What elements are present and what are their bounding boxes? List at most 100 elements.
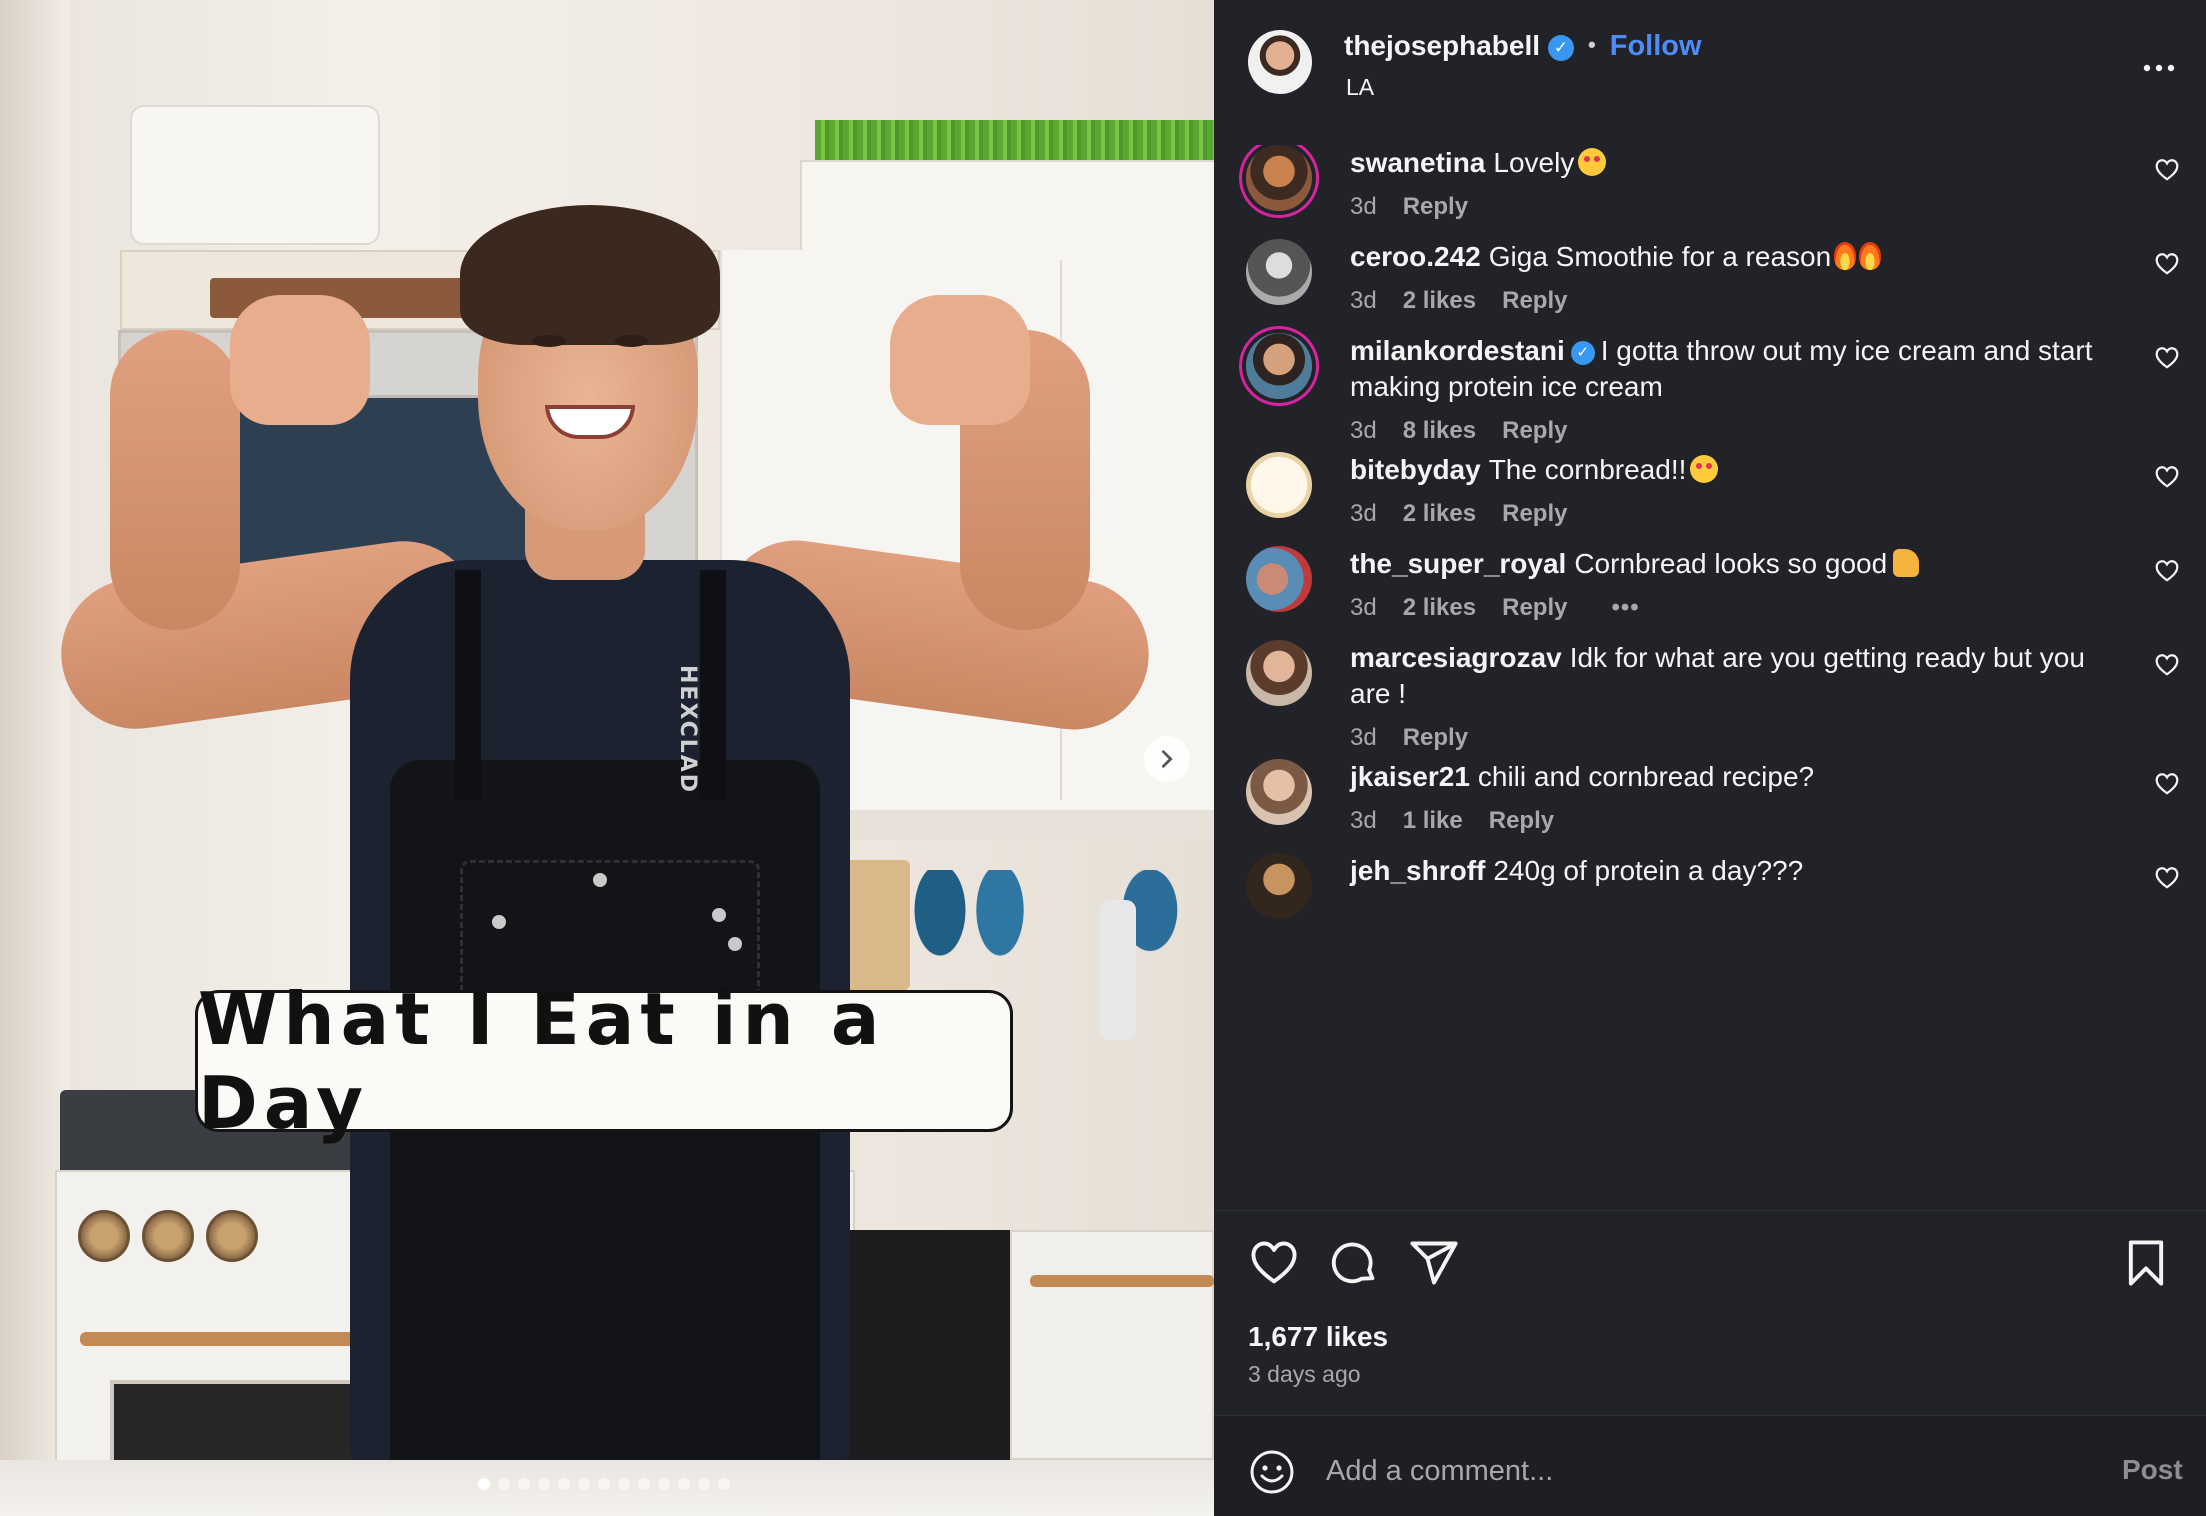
carousel-dot	[618, 1478, 630, 1490]
comment-username[interactable]: swanetina	[1350, 147, 1485, 178]
comment-username[interactable]: marcesiagrozav	[1350, 642, 1562, 673]
carousel-next-button[interactable]	[1144, 736, 1190, 782]
kitchen-appliance	[130, 105, 380, 245]
comment-icon[interactable]	[1328, 1237, 1380, 1289]
comment-time: 3d	[1350, 193, 1377, 220]
comment-text: chili and cornbread recipe?	[1477, 761, 1815, 792]
comment-username[interactable]: bitebyday	[1350, 454, 1481, 485]
apron-rivet	[712, 908, 726, 922]
comment-likes[interactable]: 1 like	[1403, 807, 1463, 835]
post-comment-button[interactable]: Post	[2122, 1454, 2183, 1486]
wheatgrass-planter	[800, 160, 1214, 260]
eye	[532, 335, 566, 347]
comment-body: bitebyday The cornbread!!	[1350, 452, 2110, 488]
commenter-avatar[interactable]	[1246, 853, 1312, 919]
reply-button[interactable]: Reply	[1502, 594, 1567, 622]
comment-like-heart-icon[interactable]	[2154, 652, 2180, 678]
bottle	[1100, 900, 1136, 1040]
comment-like-heart-icon[interactable]	[2154, 558, 2180, 584]
dishwasher-handle	[1030, 1275, 1214, 1287]
reply-button[interactable]: Reply	[1403, 724, 1468, 752]
comment-input[interactable]	[1326, 1446, 2026, 1496]
hair	[460, 205, 720, 345]
apron-rivet	[593, 873, 607, 887]
follow-button[interactable]: Follow	[1610, 30, 1702, 62]
comment-text: Giga Smoothie for a reason	[1488, 241, 1832, 272]
comment-username[interactable]: the_super_royal	[1350, 548, 1566, 579]
reply-button[interactable]: Reply	[1502, 417, 1567, 445]
add-comment-bar: Post	[1214, 1415, 2206, 1516]
comment-like-heart-icon[interactable]	[2154, 345, 2180, 371]
comment-likes[interactable]: 2 likes	[1403, 594, 1476, 622]
comment-likes[interactable]: 2 likes	[1403, 500, 1476, 528]
commenter-avatar[interactable]	[1246, 640, 1312, 706]
post-sidebar: thejosephabell ✓ • Follow LA swanetina Lovel…	[1214, 0, 2206, 1516]
comment-username[interactable]: jeh_shroff	[1350, 855, 1485, 886]
comment-text: 240g of protein a day???	[1493, 855, 1804, 886]
thumbs-up-emoji-icon	[1893, 549, 1920, 577]
left-fist	[230, 295, 370, 425]
comment-more-options-icon[interactable]: •••	[1611, 594, 1639, 622]
author-avatar[interactable]	[1248, 30, 1312, 94]
author-username[interactable]: thejosephabell	[1344, 30, 1540, 61]
comment-time: 3d	[1350, 500, 1377, 527]
comment-username[interactable]: ceroo.242	[1350, 241, 1481, 272]
heart-eyes-emoji-icon	[1690, 455, 1719, 483]
commenter-avatar[interactable]	[1246, 239, 1312, 305]
comment-text: The cornbread!!	[1488, 454, 1687, 485]
comment-time: 3d	[1350, 724, 1377, 751]
carousel-dot	[638, 1478, 650, 1490]
carousel-dot	[698, 1478, 710, 1490]
separator-dot: •	[1588, 32, 1596, 57]
carousel-dot	[578, 1478, 590, 1490]
commenter-avatar[interactable]	[1246, 333, 1312, 399]
comment-time: 3d	[1350, 287, 1377, 314]
fire-emoji-icon	[1859, 242, 1882, 270]
smiley-icon[interactable]	[1248, 1448, 1296, 1496]
commenter-avatar[interactable]	[1246, 145, 1312, 211]
post-time: 3 days ago	[1248, 1361, 1361, 1387]
comment-username[interactable]: jkaiser21	[1350, 761, 1470, 792]
reply-button[interactable]: Reply	[1502, 287, 1567, 315]
chevron-right-icon	[1161, 750, 1173, 768]
carousel-dot	[478, 1478, 490, 1490]
comment-meta: 3d Reply	[1350, 724, 1468, 752]
post-location[interactable]: LA	[1346, 74, 1374, 101]
comment-body: the_super_royal Cornbread looks so good	[1350, 546, 2110, 582]
comment-meta: 3d 2 likes Reply	[1350, 287, 1567, 315]
carousel-dot	[718, 1478, 730, 1490]
heart-eyes-emoji-icon	[1578, 148, 1607, 176]
comment-likes[interactable]: 2 likes	[1403, 287, 1476, 315]
more-options-icon[interactable]	[2142, 50, 2176, 73]
fire-emoji-icon	[1834, 242, 1857, 270]
comment-body: swanetina Lovely	[1350, 145, 2110, 181]
commenter-avatar[interactable]	[1246, 759, 1312, 825]
comment-like-heart-icon[interactable]	[2154, 865, 2180, 891]
comment-like-heart-icon[interactable]	[2154, 464, 2180, 490]
comment-body: marcesiagrozav Idk for what are you getti…	[1350, 640, 2110, 712]
comment-username[interactable]: milankordestani	[1350, 335, 1565, 366]
commenter-avatar[interactable]	[1246, 546, 1312, 612]
verified-badge-icon: ✓	[1570, 341, 1595, 365]
reply-button[interactable]: Reply	[1489, 807, 1554, 835]
post-media[interactable]: HEXCLAD What I Eat in a Day	[0, 0, 1214, 1516]
stove-knob	[142, 1210, 194, 1262]
comment-text: Lovely	[1493, 147, 1575, 178]
carousel-indicator	[478, 1478, 730, 1490]
heart-icon[interactable]	[1248, 1237, 1300, 1289]
likes-count[interactable]: 1,677 likes	[1248, 1321, 1388, 1353]
send-icon[interactable]	[1408, 1237, 1460, 1289]
comment-like-heart-icon[interactable]	[2154, 157, 2180, 183]
commenter-avatar[interactable]	[1246, 452, 1312, 518]
bookmark-icon[interactable]	[2120, 1237, 2172, 1289]
comment-like-heart-icon[interactable]	[2154, 771, 2180, 797]
comments-list[interactable]: swanetina Lovely 3d Reply ceroo.242 Giga Smoo…	[1214, 145, 2206, 1208]
reply-button[interactable]: Reply	[1502, 500, 1567, 528]
reply-button[interactable]: Reply	[1403, 193, 1468, 221]
carousel-dot	[658, 1478, 670, 1490]
comment-like-heart-icon[interactable]	[2154, 251, 2180, 277]
carousel-dot	[498, 1478, 510, 1490]
post-header: thejosephabell ✓ • Follow LA	[1214, 0, 2206, 130]
verified-badge-icon: ✓	[1548, 35, 1575, 61]
comment-likes[interactable]: 8 likes	[1403, 417, 1476, 445]
